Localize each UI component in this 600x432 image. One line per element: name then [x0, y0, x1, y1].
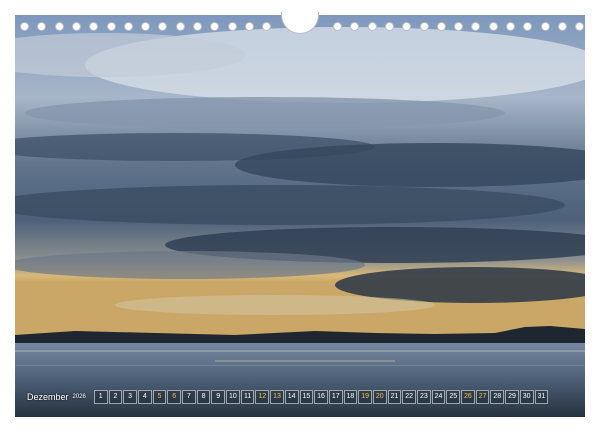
binding-hole: [436, 22, 446, 31]
day-cell: 16: [314, 390, 328, 404]
day-cell: 17: [328, 390, 343, 404]
day-cell: 6: [167, 390, 181, 404]
binding-hole: [141, 22, 151, 31]
day-cell: 22: [402, 390, 416, 404]
binding-hole: [106, 22, 116, 31]
binding-hole: [540, 22, 550, 31]
binding-hole: [89, 22, 99, 31]
binding-hole: [210, 22, 220, 31]
day-cell: 18: [343, 390, 358, 404]
binding-hole: [506, 22, 515, 31]
month-label: Dezember: [27, 392, 69, 402]
day-cell: 9: [211, 390, 226, 404]
calendar-photo: [15, 15, 585, 417]
binding-hole: [227, 22, 237, 31]
day-cell: 26: [461, 390, 475, 404]
day-cell: 20: [372, 390, 387, 404]
binding-hole: [454, 22, 464, 31]
day-cell: 2: [108, 390, 123, 404]
day-cell: 29: [505, 390, 519, 404]
day-cell: 3: [123, 390, 137, 404]
day-cell: 30: [519, 390, 534, 404]
day-cell: 10: [226, 390, 240, 404]
binding-hole: [20, 22, 29, 31]
day-cell: 27: [475, 390, 490, 404]
day-cell: 11: [240, 390, 255, 404]
day-cell: 21: [387, 390, 402, 404]
day-cell: 23: [417, 390, 431, 404]
day-cell: 5: [152, 390, 167, 404]
binding-hole: [37, 22, 47, 31]
day-cell: 31: [534, 390, 549, 404]
binding-hole: [54, 22, 64, 31]
binding-hole: [193, 22, 202, 31]
binding-hole: [158, 22, 168, 31]
day-cell: 15: [299, 390, 314, 404]
binding-hole: [419, 22, 429, 31]
binding-hole: [244, 22, 254, 31]
year-label: 2026: [72, 394, 86, 400]
day-cell: 13: [270, 390, 284, 404]
day-cell: 8: [196, 390, 211, 404]
day-cell: 7: [182, 390, 196, 404]
day-cell: 14: [284, 390, 299, 404]
day-cell: 24: [431, 390, 446, 404]
binding-hole: [123, 22, 133, 31]
day-cell: 1: [93, 390, 108, 404]
binding-hole: [333, 22, 342, 31]
day-cell: 28: [490, 390, 505, 404]
day-cell: 12: [255, 390, 270, 404]
binding-hole: [262, 22, 272, 31]
binding-hole: [350, 22, 360, 31]
seascape-illustration: [15, 15, 585, 417]
binding-hole: [175, 22, 185, 31]
binding-hole: [367, 22, 377, 31]
day-grid: 1 2 3 4 5 6 7 8 9 10 11 12 13 14 15 16 17 18 19 20 21 22 23 24 2…: [93, 390, 549, 404]
binding-hole: [575, 22, 585, 31]
day-cell: 19: [358, 390, 372, 404]
binding-hole: [523, 22, 533, 31]
binding-hole: [71, 22, 81, 31]
calendar-strip: Dezember 2026 1 2 3 4 5 6 7 8 9 10 11 12 13 14 15 16 17 1…: [27, 390, 573, 404]
day-cell: 4: [137, 390, 152, 404]
binding-hole: [384, 22, 394, 31]
day-cell: 25: [446, 390, 461, 404]
binding-hole: [488, 22, 498, 31]
binding-hole: [402, 22, 412, 31]
binding-hole: [471, 22, 481, 31]
binding-hole: [557, 22, 567, 31]
